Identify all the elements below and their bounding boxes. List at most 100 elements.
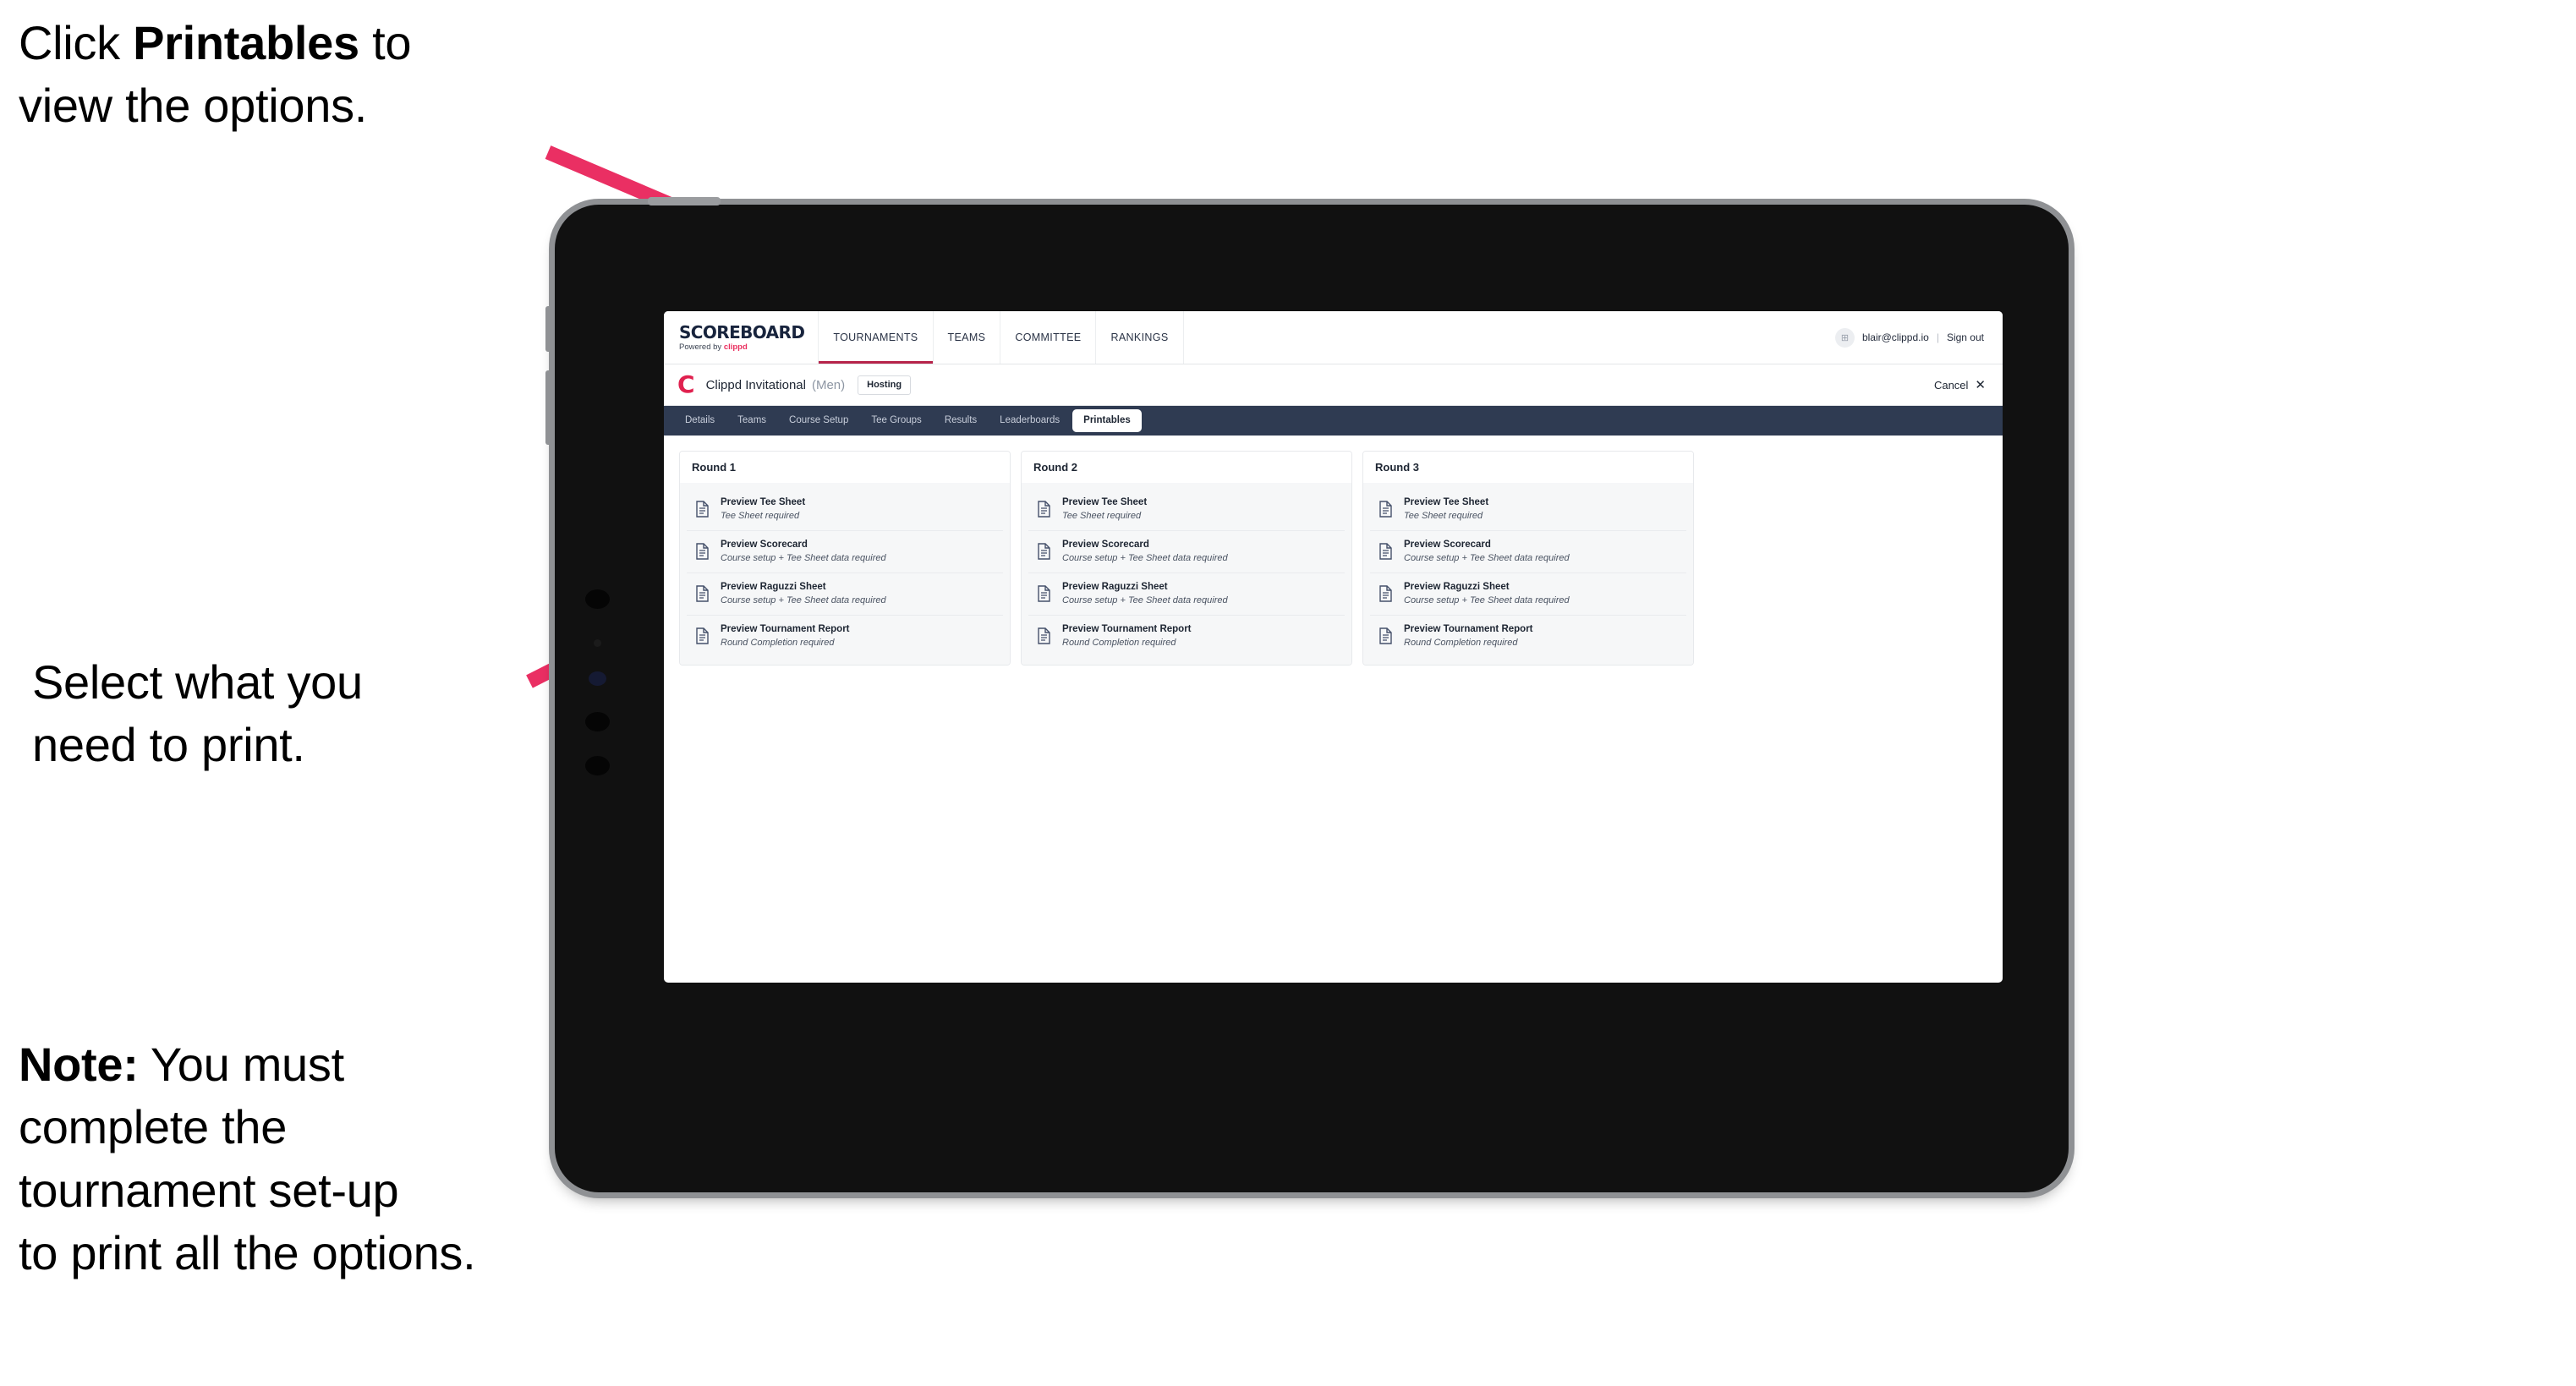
global-nav-spacer bbox=[1184, 311, 1835, 364]
document-icon bbox=[1378, 501, 1393, 518]
account-separator: | bbox=[1936, 331, 1939, 343]
printable-title: Preview Raguzzi Sheet bbox=[721, 581, 826, 592]
tab-results[interactable]: Results bbox=[934, 411, 987, 431]
avatar[interactable]: ⊞ bbox=[1834, 327, 1855, 348]
tablet-sensor-icon-3 bbox=[585, 756, 610, 775]
global-nav-rankings[interactable]: RANKINGS bbox=[1096, 311, 1184, 364]
tab-leaderboards-label: Leaderboards bbox=[1000, 414, 1061, 425]
printables-panel: Round 1 Preview Tee Sheet Tee Sheet requ… bbox=[664, 436, 2003, 666]
round-column-2: Round 2 Preview Tee Sheet Tee Sheet requ… bbox=[1021, 451, 1352, 666]
printable-requirement: Round Completion required bbox=[721, 637, 835, 648]
tab-details[interactable]: Details bbox=[675, 411, 725, 431]
printable-title: Preview Tournament Report bbox=[1062, 623, 1192, 634]
document-icon bbox=[695, 501, 710, 518]
annotation-click-bold: Printables bbox=[133, 16, 359, 69]
printable-row[interactable]: Preview Tee Sheet Tee Sheet required bbox=[687, 489, 1003, 531]
tab-leaderboards[interactable]: Leaderboards bbox=[989, 411, 1070, 431]
round-title-2: Round 2 bbox=[1022, 452, 1351, 483]
tablet-power-button[interactable] bbox=[545, 306, 551, 352]
tablet-microphone-icon bbox=[594, 639, 601, 647]
global-nav-committee[interactable]: COMMITTEE bbox=[1000, 311, 1097, 364]
printable-row[interactable]: Preview Tournament Report Round Completi… bbox=[1028, 616, 1345, 657]
printable-row[interactable]: Preview Tournament Report Round Completi… bbox=[687, 616, 1003, 657]
document-icon bbox=[1037, 627, 1051, 644]
document-icon bbox=[695, 543, 710, 560]
global-nav-teams-label: TEAMS bbox=[947, 331, 986, 343]
printable-requirement: Course setup + Tee Sheet data required bbox=[721, 553, 886, 564]
account-email: blair@clippd.io bbox=[1861, 331, 1929, 343]
tab-tee-groups[interactable]: Tee Groups bbox=[861, 411, 931, 431]
printable-requirement: Round Completion required bbox=[1062, 637, 1176, 648]
printable-row[interactable]: Preview Scorecard Course setup + Tee She… bbox=[1370, 531, 1686, 573]
tablet-speaker-slot bbox=[648, 197, 721, 205]
scoreboard-logo[interactable]: SCOREBOARD Powered by clippd bbox=[664, 311, 819, 364]
annotation-note-prefix: Note: bbox=[19, 1038, 139, 1091]
printable-requirement: Course setup + Tee Sheet data required bbox=[1062, 553, 1228, 564]
printable-requirement: Course setup + Tee Sheet data required bbox=[1404, 594, 1570, 605]
document-icon bbox=[1037, 543, 1051, 560]
tab-details-label: Details bbox=[685, 414, 715, 425]
status-badge: Hosting bbox=[858, 375, 912, 395]
printable-title: Preview Tee Sheet bbox=[721, 497, 806, 507]
brand-subtitle: Powered by clippd bbox=[679, 343, 804, 352]
global-nav-committee-label: COMMITTEE bbox=[1015, 331, 1082, 343]
global-nav-teams[interactable]: TEAMS bbox=[934, 311, 1001, 364]
tab-printables[interactable]: Printables bbox=[1072, 408, 1142, 433]
printable-requirement: Course setup + Tee Sheet data required bbox=[1404, 553, 1570, 564]
round-items-1: Preview Tee Sheet Tee Sheet required Pre… bbox=[680, 483, 1010, 666]
printable-title: Preview Raguzzi Sheet bbox=[1404, 581, 1510, 592]
cancel-button[interactable]: Cancel ✕ bbox=[1934, 379, 1986, 392]
account-area: ⊞ blair@clippd.io | Sign out bbox=[1834, 311, 2003, 364]
annotation-select-print: Select what you need to print. bbox=[32, 655, 363, 772]
printable-title: Preview Tournament Report bbox=[721, 623, 850, 634]
printable-requirement: Tee Sheet required bbox=[1062, 511, 1142, 522]
tablet-sensor-icon bbox=[585, 589, 610, 609]
annotation-click-prefix: Click bbox=[19, 16, 134, 69]
tab-course-setup-label: Course Setup bbox=[789, 414, 849, 425]
round-items-2: Preview Tee Sheet Tee Sheet required Pre… bbox=[1022, 483, 1351, 666]
tablet-device: SCOREBOARD Powered by clippd TOURNAMENTS… bbox=[545, 197, 2069, 1192]
round-title-1: Round 1 bbox=[680, 452, 1010, 483]
printable-row[interactable]: Preview Tournament Report Round Completi… bbox=[1370, 616, 1686, 657]
global-nav-tournaments-label: TOURNAMENTS bbox=[833, 331, 918, 343]
tab-printables-label: Printables bbox=[1083, 414, 1131, 425]
tablet-front-camera-icon bbox=[589, 671, 606, 686]
printable-row[interactable]: Preview Raguzzi Sheet Course setup + Tee… bbox=[687, 573, 1003, 616]
printable-requirement: Tee Sheet required bbox=[721, 511, 800, 522]
document-icon bbox=[1378, 543, 1393, 560]
tab-teams[interactable]: Teams bbox=[727, 411, 776, 431]
brand-sub-accent: clippd bbox=[723, 342, 748, 352]
tab-teams-label: Teams bbox=[737, 414, 767, 425]
document-icon bbox=[1037, 585, 1051, 602]
printable-row[interactable]: Preview Scorecard Course setup + Tee She… bbox=[1028, 531, 1345, 573]
global-nav-bar: SCOREBOARD Powered by clippd TOURNAMENTS… bbox=[664, 311, 2003, 364]
section-tab-bar: Details Teams Course Setup Tee Groups Re… bbox=[664, 406, 2003, 436]
tablet-volume-button[interactable] bbox=[545, 370, 551, 445]
printable-title: Preview Scorecard bbox=[1062, 539, 1149, 550]
printable-title: Preview Tee Sheet bbox=[1404, 497, 1489, 507]
printable-row[interactable]: Preview Tee Sheet Tee Sheet required bbox=[1370, 489, 1686, 531]
tab-course-setup[interactable]: Course Setup bbox=[779, 411, 858, 431]
document-icon bbox=[1037, 501, 1051, 518]
brand-title: SCOREBOARD bbox=[679, 321, 805, 342]
document-icon bbox=[1378, 627, 1393, 644]
printable-row[interactable]: Preview Tee Sheet Tee Sheet required bbox=[1028, 489, 1345, 531]
sign-out-link[interactable]: Sign out bbox=[1947, 331, 1984, 343]
annotation-click-printables: Click Printables to view the options. bbox=[19, 12, 560, 138]
printable-requirement: Course setup + Tee Sheet data required bbox=[1062, 594, 1228, 605]
document-icon bbox=[695, 585, 710, 602]
document-icon bbox=[1378, 585, 1393, 602]
printable-row[interactable]: Preview Raguzzi Sheet Course setup + Tee… bbox=[1028, 573, 1345, 616]
printable-row[interactable]: Preview Raguzzi Sheet Course setup + Tee… bbox=[1370, 573, 1686, 616]
printable-title: Preview Scorecard bbox=[1404, 539, 1491, 550]
cancel-button-label: Cancel bbox=[1933, 378, 1969, 392]
printable-title: Preview Tournament Report bbox=[1404, 623, 1533, 634]
printable-requirement: Course setup + Tee Sheet data required bbox=[721, 594, 886, 605]
tournament-header: C Clippd Invitational (Men) Hosting Canc… bbox=[664, 364, 2003, 406]
tablet-sensor-icon-2 bbox=[585, 712, 610, 731]
printable-row[interactable]: Preview Scorecard Course setup + Tee She… bbox=[687, 531, 1003, 573]
document-icon bbox=[695, 627, 710, 644]
app-screen: SCOREBOARD Powered by clippd TOURNAMENTS… bbox=[664, 311, 2003, 983]
global-nav-tournaments[interactable]: TOURNAMENTS bbox=[819, 311, 934, 364]
clippd-logo-icon: C bbox=[677, 370, 695, 398]
